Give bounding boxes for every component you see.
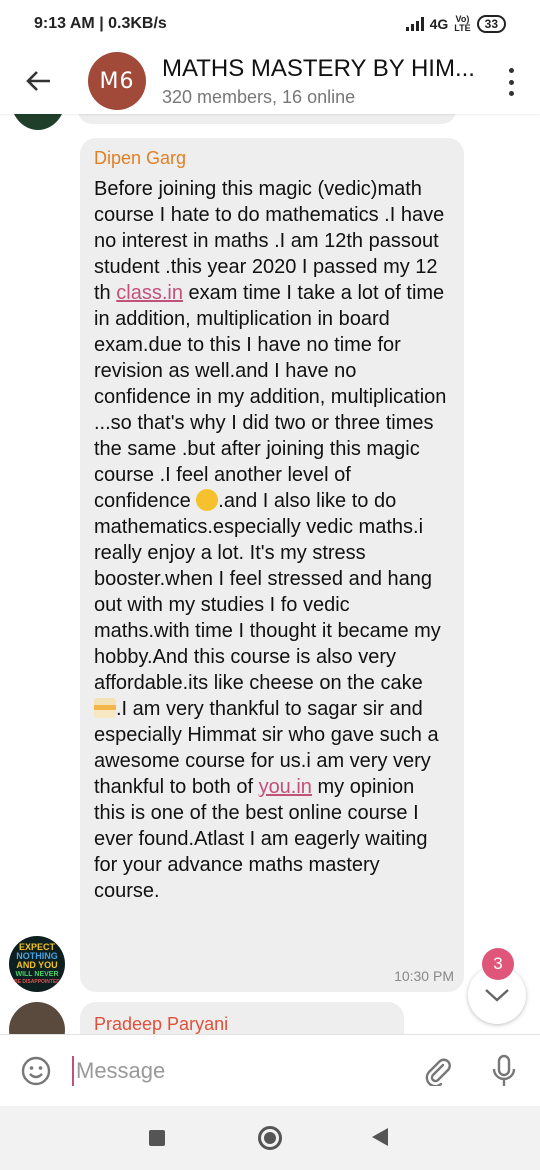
message-input[interactable]	[72, 1056, 408, 1086]
paperclip-icon	[425, 1058, 451, 1086]
status-bar: 9:13 AM | 0.3KB/s 4G Vo) LTE 33	[0, 0, 540, 48]
message-bubble[interactable]: Dipen Garg Before joining this magic (ve…	[80, 138, 464, 992]
avatar[interactable]	[9, 1002, 65, 1034]
emoji-button[interactable]	[0, 1035, 72, 1107]
network-type: 4G	[429, 16, 449, 32]
message-time: 10:30 PM	[394, 968, 454, 984]
battery-indicator: 33	[476, 15, 506, 33]
group-avatar[interactable]: M6	[88, 52, 146, 110]
microphone-icon	[492, 1054, 516, 1086]
nav-back-icon[interactable]	[372, 1128, 388, 1146]
message-text: Before joining this magic (vedic)math co…	[94, 178, 447, 902]
smile-emoji-icon	[196, 489, 219, 511]
system-nav-bar	[0, 1106, 540, 1170]
back-button[interactable]	[0, 48, 76, 114]
mic-button[interactable]	[486, 1053, 522, 1089]
sender-name[interactable]: Pradeep Paryani	[94, 1014, 390, 1034]
message-list[interactable]: Dipen Garg Before joining this magic (ve…	[0, 114, 540, 1034]
message-link[interactable]: class.in	[116, 282, 183, 304]
group-info[interactable]: MATHS MASTERY BY HIM... 320 members, 16 …	[162, 55, 482, 108]
more-vert-icon[interactable]	[504, 68, 518, 96]
sender-name[interactable]: Dipen Garg	[94, 148, 452, 176]
recents-icon[interactable]	[149, 1130, 165, 1146]
chevron-down-icon	[485, 989, 509, 1002]
chat-header: M6 MATHS MASTERY BY HIM... 320 members, …	[0, 48, 540, 114]
arrow-left-icon	[26, 71, 50, 91]
group-member-count: 320 members, 16 online	[162, 86, 356, 107]
avatar[interactable]	[10, 114, 66, 130]
unread-badge: 3	[482, 948, 514, 980]
message-composer	[0, 1034, 540, 1107]
message-link[interactable]: you.in	[259, 776, 312, 798]
message-bubble[interactable]: Pradeep Paryani	[80, 1002, 404, 1034]
smiley-icon	[21, 1056, 51, 1086]
status-time: 9:13 AM | 0.3KB/s	[34, 15, 167, 32]
signal-icon	[405, 17, 424, 31]
group-title: MATHS MASTERY BY HIM...	[162, 54, 475, 82]
cake-emoji-icon	[94, 698, 116, 718]
home-icon[interactable]	[258, 1126, 282, 1150]
message-bubble[interactable]	[78, 114, 456, 124]
attach-button[interactable]	[420, 1053, 456, 1089]
volte-icon: Vo) LTE	[454, 14, 471, 33]
status-icons: 4G Vo) LTE 33	[405, 14, 506, 33]
avatar[interactable]: EXPECT NOTHING AND YOU WILL NEVER BE DIS…	[9, 936, 65, 992]
